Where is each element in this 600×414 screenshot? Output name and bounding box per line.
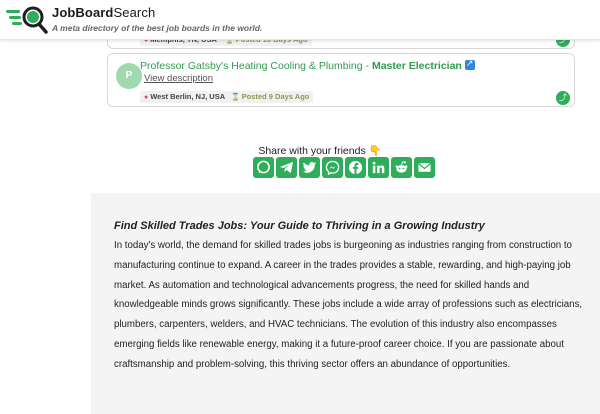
location-badge: ● West Berlin, NJ, USA — [140, 91, 230, 103]
page: JobBoardSearch A meta directory of the b… — [0, 0, 600, 414]
article-section: Find Skilled Trades Jobs: Your Guide to … — [91, 193, 600, 414]
view-description-link[interactable]: View description — [144, 73, 213, 84]
telegram-icon[interactable] — [276, 157, 297, 178]
article-body: In today's world, the demand for skilled… — [114, 240, 583, 370]
article-title: Find Skilled Trades Jobs: Your Guide to … — [114, 220, 485, 232]
job-title-link[interactable]: Professor Gatsby's Heating Cooling & Plu… — [140, 58, 475, 72]
company-name: Professor Gatsby's Heating Cooling & Plu… — [140, 60, 372, 72]
reddit-icon[interactable] — [391, 157, 412, 178]
job-role: Master Electrician — [371, 60, 462, 72]
hourglass-icon: ⌛ — [231, 94, 240, 101]
messenger-icon[interactable] — [322, 157, 343, 178]
linkedin-icon[interactable] — [368, 157, 389, 178]
external-link-icon[interactable] — [464, 58, 475, 70]
twitter-icon[interactable] — [299, 157, 320, 178]
facebook-icon[interactable] — [345, 157, 366, 178]
share-label: Share with your friends 👇 — [258, 145, 382, 157]
brand-name[interactable]: JobBoardSearch — [52, 5, 155, 20]
site-header: JobBoardSearch A meta directory of the b… — [0, 0, 600, 40]
whatsapp-icon[interactable] — [253, 157, 274, 178]
share-icon[interactable]: ⤴ — [556, 91, 570, 105]
job-card: P Professor Gatsby's Heating Cooling & P… — [107, 53, 575, 107]
tagline: A meta directory of the best job boards … — [52, 23, 263, 33]
email-icon[interactable] — [414, 157, 435, 178]
company-avatar: P — [116, 63, 142, 89]
posted-badge: ⌛ Posted 9 Days Ago — [227, 91, 314, 103]
logo-search-icon[interactable] — [6, 4, 50, 34]
location-pin-icon: ● — [144, 94, 149, 101]
share-buttons — [253, 157, 435, 179]
